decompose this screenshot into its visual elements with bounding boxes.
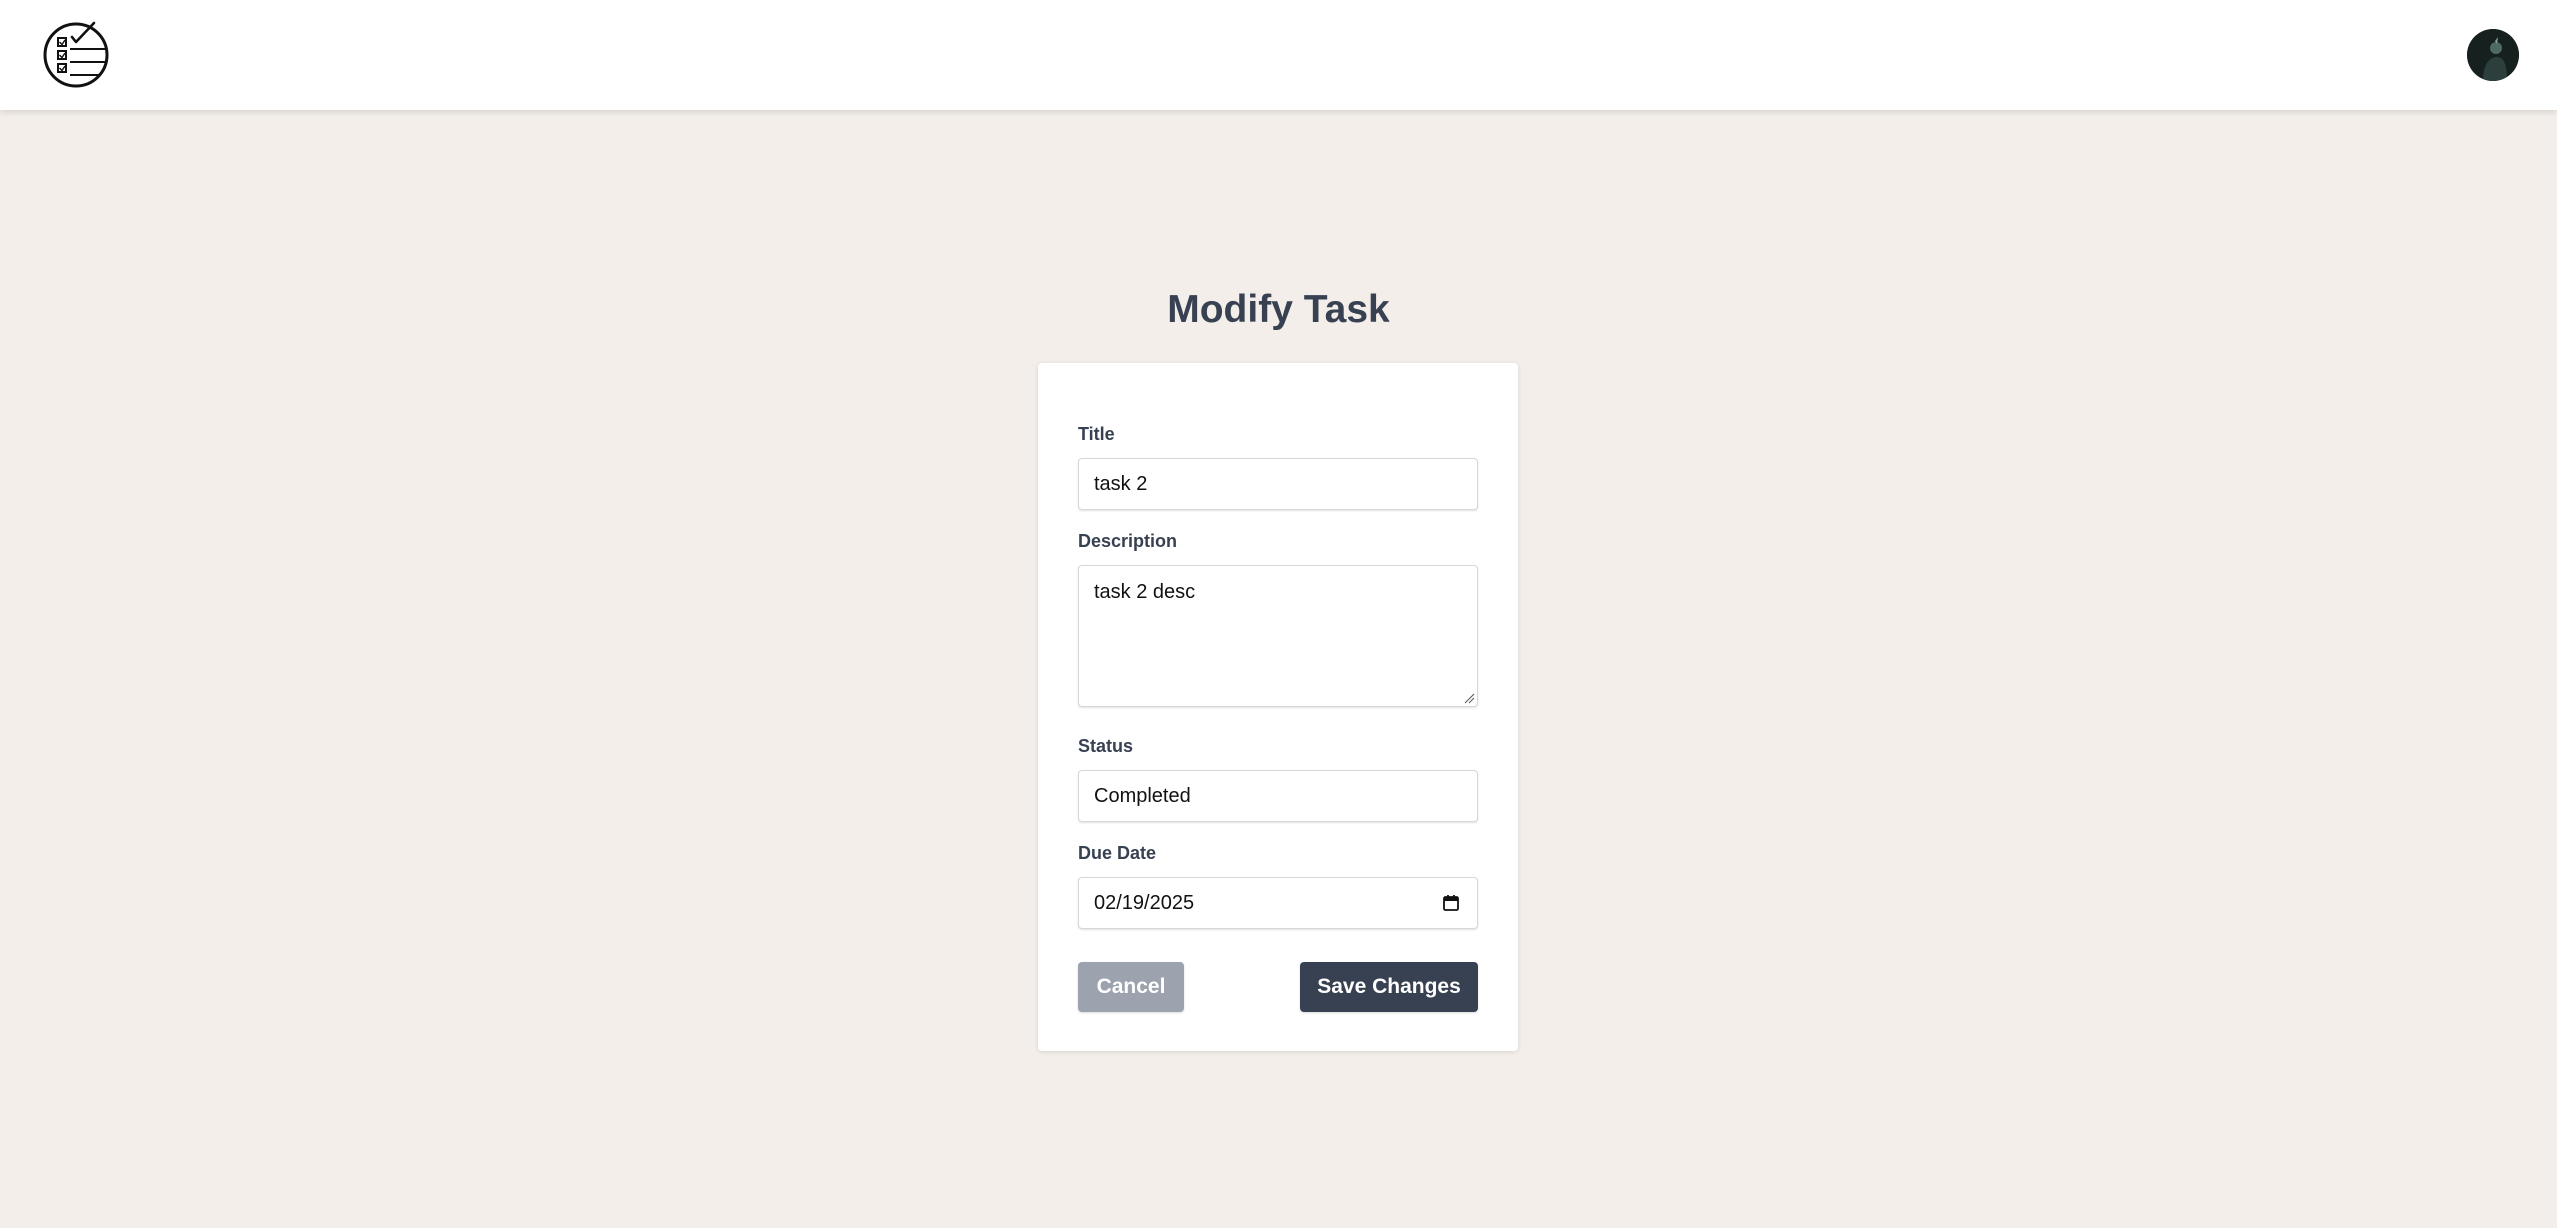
due-date-value: 02/19/2025 [1094,892,1195,914]
save-changes-button[interactable]: Save Changes [1300,962,1478,1012]
due-date-input[interactable]: 02/19/2025 [1078,877,1478,929]
page-title: Modify Task [1167,288,1390,331]
modify-task-form: Title task 2 Description task 2 desc Sta… [1038,363,1518,1051]
top-navbar [0,0,2557,110]
description-textarea[interactable]: task 2 desc [1078,565,1478,707]
resize-handle-icon[interactable] [1463,692,1475,704]
due-date-label: Due Date [1078,843,1157,863]
description-text: task 2 desc [1094,581,1196,603]
status-input[interactable]: Completed [1078,770,1478,822]
title-input[interactable]: task 2 [1078,458,1478,510]
user-avatar[interactable] [2467,29,2519,81]
status-label: Status [1078,736,1134,756]
task-checklist-logo-icon[interactable] [42,18,114,90]
description-label: Description [1078,531,1178,551]
calendar-icon[interactable] [1441,893,1461,913]
cancel-button[interactable]: Cancel [1078,962,1184,1012]
title-label: Title [1078,424,1115,444]
